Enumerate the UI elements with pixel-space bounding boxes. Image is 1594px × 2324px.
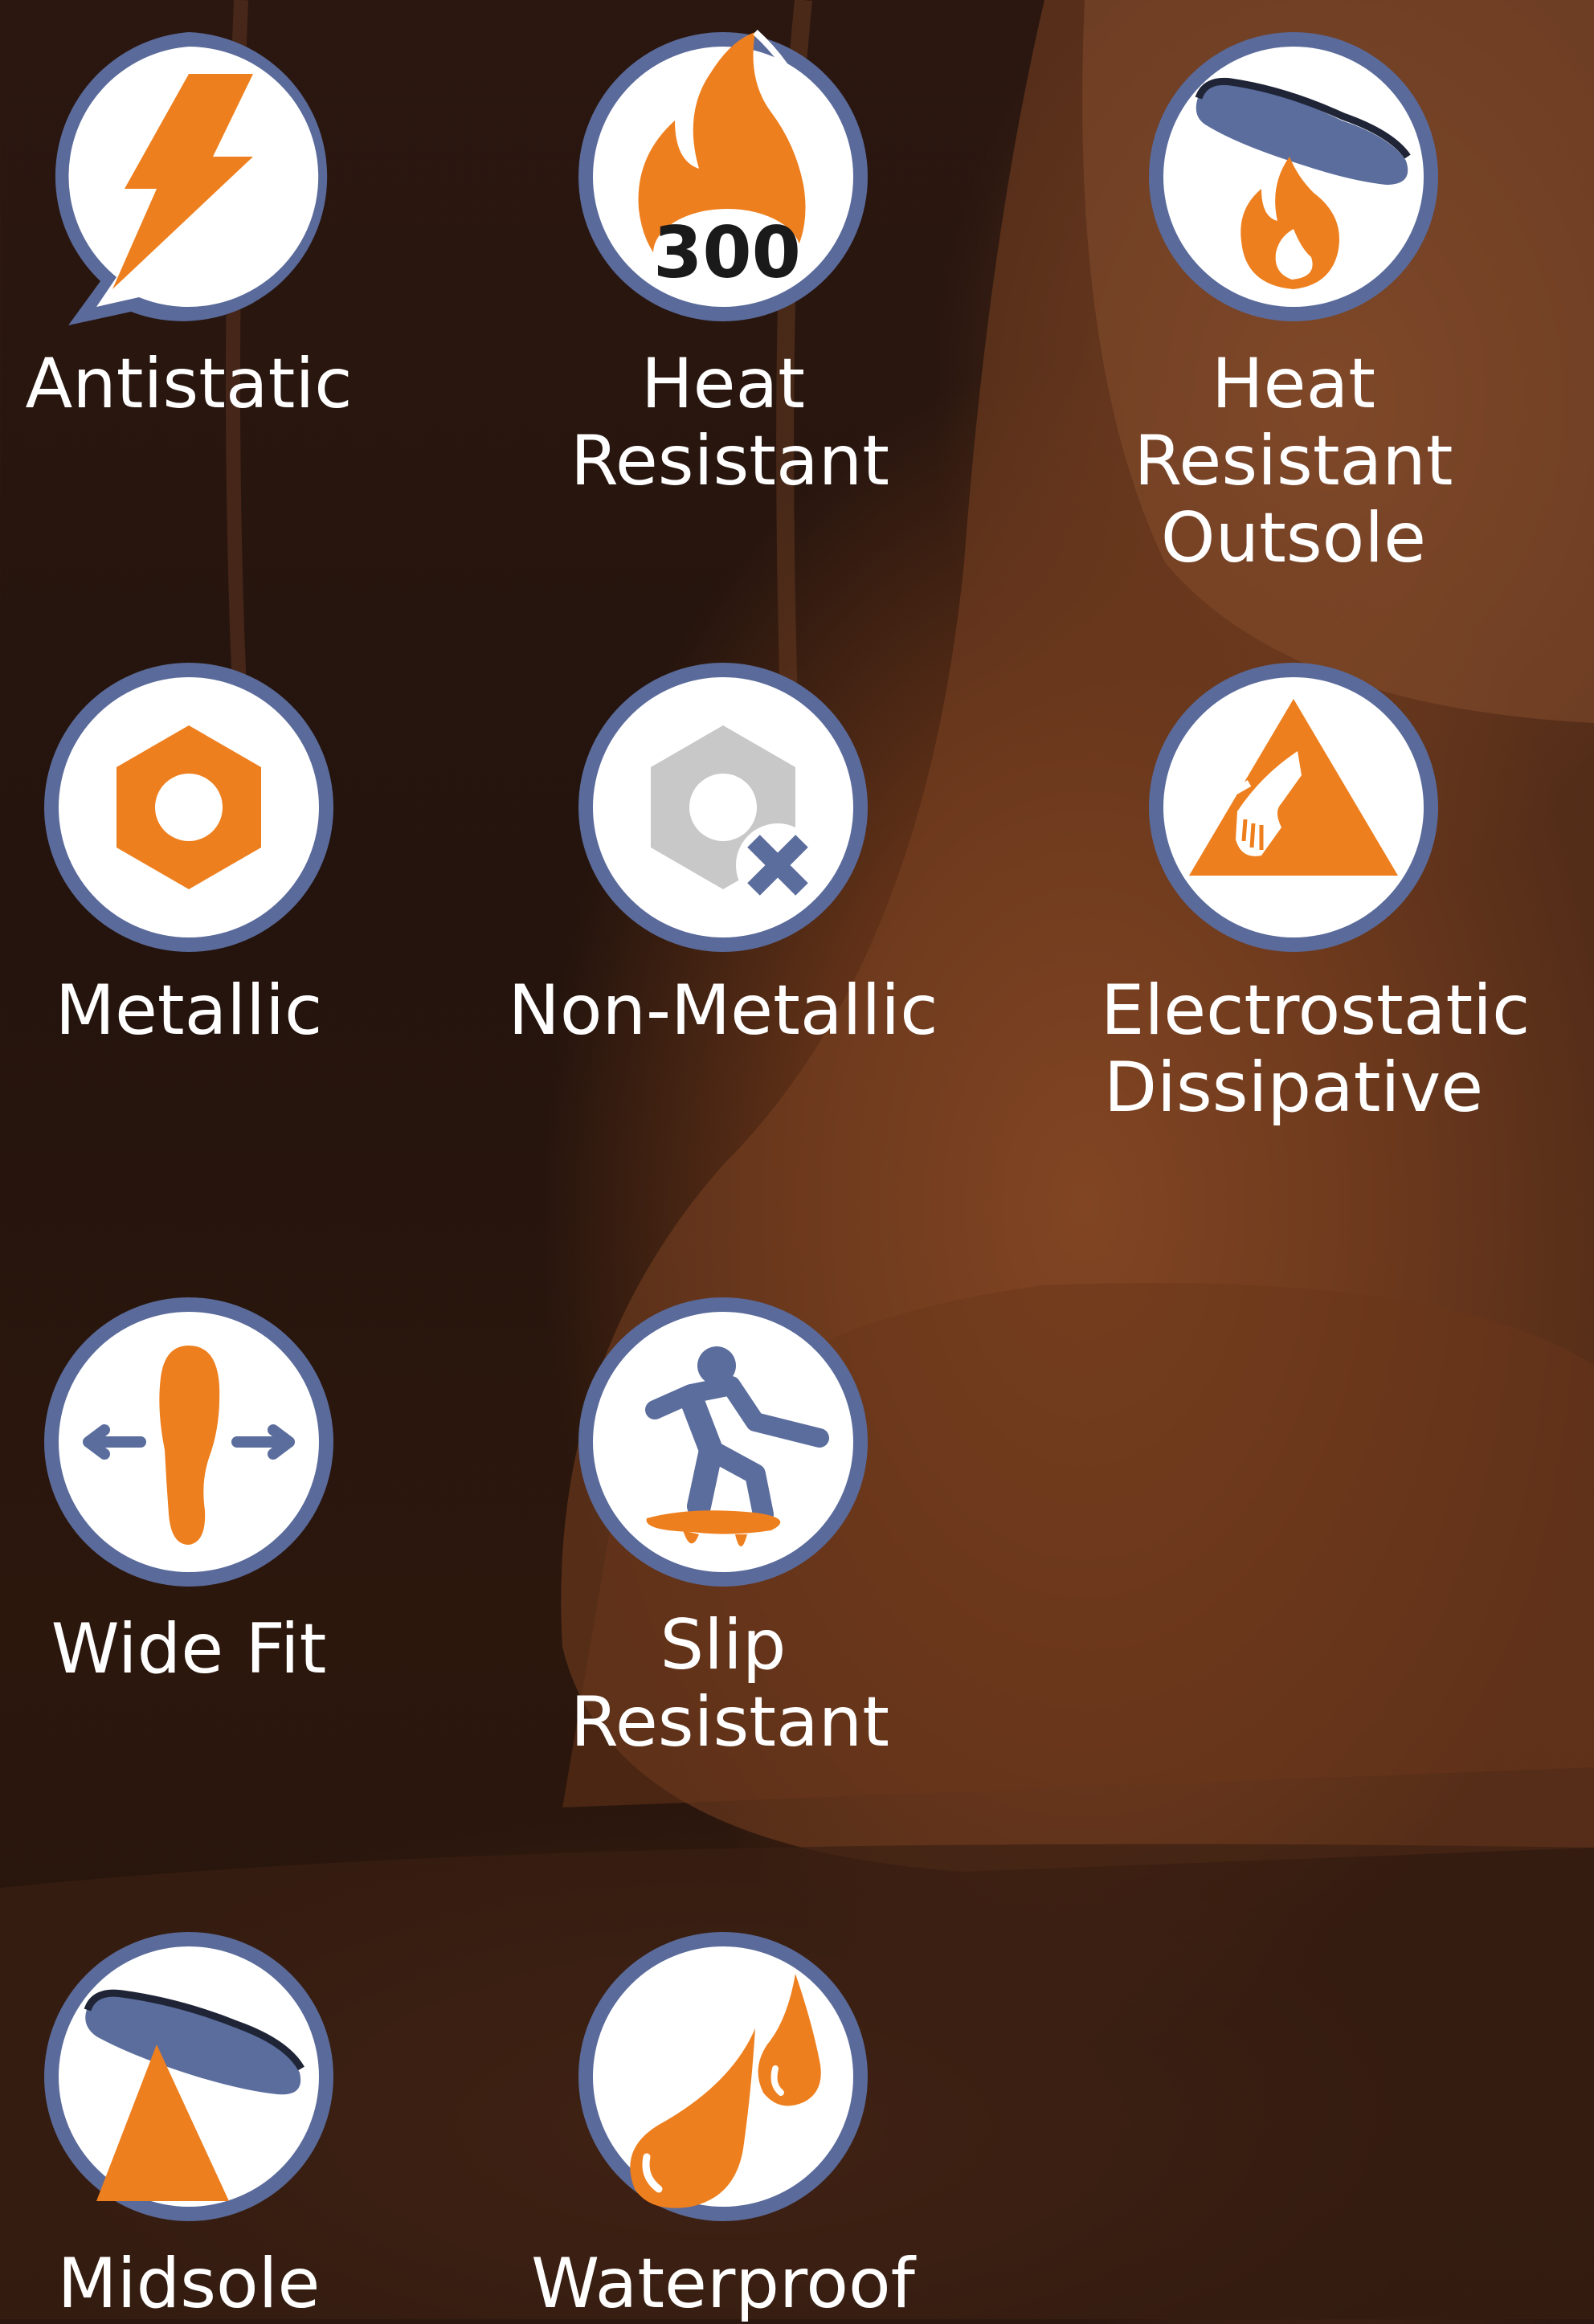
feature-label: Wide Fit: [51, 1609, 327, 1689]
footprint-arrows-icon: [44, 1297, 333, 1587]
feature-label: Midsole: [57, 2244, 321, 2324]
feature-label: Electrostatic Dissipative: [1101, 970, 1531, 1128]
feature-label: Slip Resistant: [570, 1605, 889, 1762]
feature-label: Non-Metallic: [508, 970, 938, 1051]
hex-nut-icon: [44, 663, 333, 952]
feature-label: Heat Resistant Outsole: [1134, 344, 1453, 578]
heat-300-badge: 300: [653, 211, 801, 294]
feature-label: Antistatic: [25, 344, 353, 424]
water-drops-icon: [578, 1932, 868, 2221]
feature-label: Heat Resistant: [570, 344, 889, 501]
midsole-spike-icon: [44, 1932, 333, 2221]
slipping-person-icon: [578, 1297, 868, 1587]
esd-triangle-icon: [1149, 663, 1438, 952]
flame-300-icon: 300: [578, 30, 868, 321]
feature-label: Metallic: [55, 970, 323, 1051]
lightning-bolt-icon: [55, 32, 328, 325]
feature-label: Waterproof: [531, 2244, 915, 2324]
hex-nut-cross-icon: [578, 663, 868, 952]
outsole-flame-icon: [1149, 32, 1438, 321]
